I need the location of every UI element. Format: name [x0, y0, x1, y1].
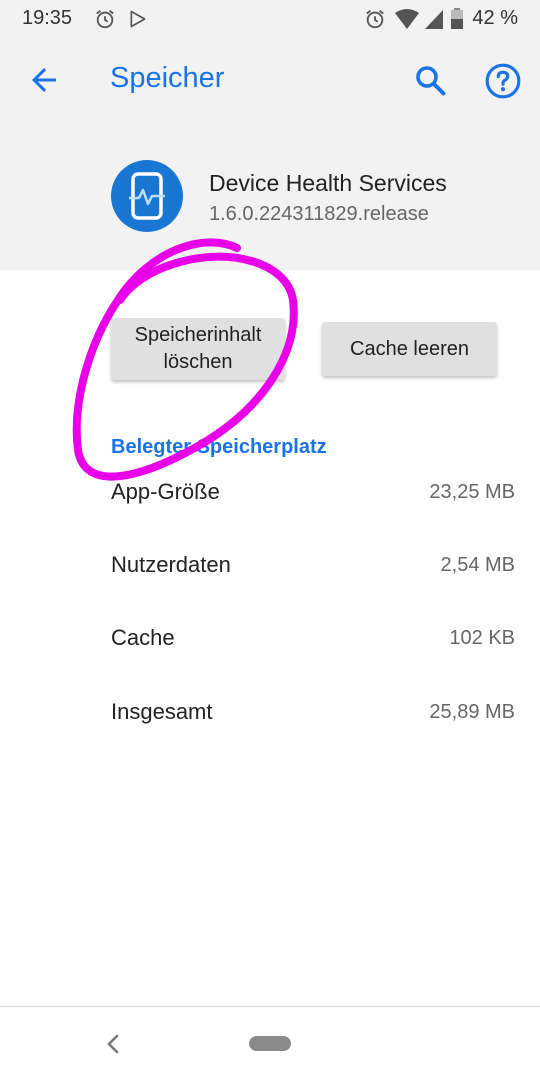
status-time: 19:35 [22, 7, 73, 29]
help-icon[interactable] [484, 62, 522, 100]
page-title: Speicher [110, 62, 225, 94]
nav-back-icon[interactable] [100, 1030, 126, 1058]
app-version: 1.6.0.224311829.release [209, 203, 429, 225]
row-value-user-data: 2,54 MB [440, 554, 515, 576]
status-bar: 19:35 42 % [0, 0, 540, 38]
row-label-total: Insgesamt [111, 699, 213, 724]
nav-home-pill[interactable] [249, 1036, 291, 1051]
alarm-icon [366, 10, 384, 29]
row-value-total: 25,89 MB [429, 701, 515, 723]
search-icon[interactable] [412, 62, 448, 98]
row-value-cache: 102 KB [449, 627, 515, 649]
app-logo-icon [129, 172, 165, 220]
wifi-icon [395, 9, 419, 29]
clear-storage-button[interactable]: Speicherinhalt löschen [111, 318, 285, 380]
arrow-back-icon[interactable] [26, 62, 62, 98]
section-header-storage: Belegter Speicherplatz [111, 436, 327, 458]
row-label-user-data: Nutzerdaten [111, 552, 231, 577]
row-label-cache: Cache [111, 625, 175, 650]
app-name: Device Health Services [209, 170, 447, 196]
nav-bar-divider [0, 1006, 540, 1007]
clear-cache-label: Cache leeren [350, 337, 469, 360]
signal-icon [425, 10, 443, 29]
clear-storage-label: Speicherinhalt löschen [134, 324, 262, 373]
battery-icon [451, 8, 463, 29]
device-health-icon [111, 160, 183, 232]
clear-cache-button[interactable]: Cache leeren [322, 322, 497, 376]
play-store-icon [130, 10, 146, 28]
alarm-icon [96, 10, 114, 29]
row-value-app-size: 23,25 MB [429, 481, 515, 503]
app-bar: Speicher Device Health Services 1.6.0.22… [0, 38, 540, 270]
battery-percentage: 42 % [472, 7, 518, 29]
row-label-app-size: App-Größe [111, 479, 220, 504]
